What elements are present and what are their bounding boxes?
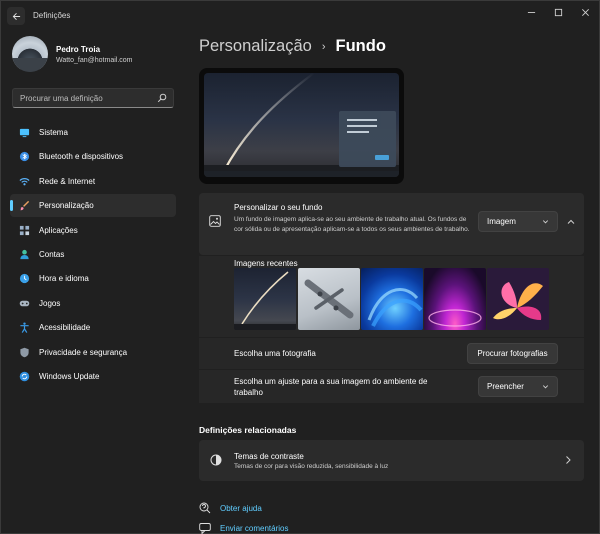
recent-image-rocket[interactable] (234, 268, 296, 330)
breadcrumb-separator: › (321, 40, 326, 53)
sidebar-item-bluetooth[interactable]: Bluetooth e dispositivos (10, 145, 176, 168)
aircraft-graphic (304, 279, 354, 319)
sidebar-nav: Sistema Bluetooth e dispositivos Rede & … (10, 121, 176, 389)
arrow-left-icon (12, 12, 20, 20)
recent-images-section: Imagens recentes (199, 256, 584, 337)
contrast-icon (210, 454, 222, 466)
gamepad-icon (19, 298, 30, 309)
background-type-dropdown[interactable]: Imagem (478, 211, 558, 232)
contrast-themes-card[interactable]: Temas de contraste Temas de cor para vis… (199, 440, 584, 481)
feedback-icon (199, 523, 211, 534)
sidebar-item-privacy[interactable]: Privacidade e segurança (10, 341, 176, 364)
flower-graphic (493, 282, 543, 320)
sidebar-item-sistema[interactable]: Sistema (10, 121, 176, 144)
preview-window (339, 111, 396, 167)
minimize-button[interactable] (521, 5, 541, 19)
sidebar-item-label: Windows Update (39, 371, 100, 381)
settings-window: Definições Pedro Troia Watto_fan@hotmail… (0, 0, 600, 534)
choose-fit-row: Escolha um ajuste para a sua imagem do a… (199, 370, 584, 403)
brush-icon (19, 200, 30, 211)
accessibility-icon (19, 322, 30, 333)
breadcrumb-parent[interactable]: Personalização (199, 37, 312, 56)
search-placeholder: Procurar uma definição (20, 94, 103, 103)
background-type-value: Imagem (487, 217, 516, 226)
contrast-themes-description: Temas de cor para visão reduzida, sensib… (234, 463, 389, 470)
preview-taskbar (204, 171, 399, 177)
preview-wallpaper (204, 73, 399, 177)
desktop-preview (199, 68, 404, 184)
background-title: Personalizar o seu fundo (234, 203, 323, 212)
search-input[interactable]: Procurar uma definição (12, 88, 174, 108)
recent-images-title: Imagens recentes (234, 259, 298, 268)
apps-icon (19, 225, 30, 236)
sidebar-item-personalization[interactable]: Personalização (10, 194, 176, 218)
sidebar-item-label: Privacidade e segurança (39, 347, 128, 357)
get-help-link[interactable]: Obter ajuda (199, 502, 262, 514)
recent-image-colorful-flower[interactable] (487, 268, 549, 330)
glow-graphic (428, 309, 482, 327)
sidebar-item-gaming[interactable]: Jogos (10, 292, 176, 315)
sidebar-item-network[interactable]: Rede & Internet (10, 170, 176, 193)
fit-dropdown[interactable]: Preencher (478, 376, 558, 397)
sidebar-item-label: Hora e idioma (39, 274, 89, 284)
monitor-icon (19, 127, 30, 138)
chevron-down-icon (542, 220, 549, 224)
minimize-icon (527, 11, 535, 13)
page-title: Fundo (335, 37, 386, 55)
sidebar-item-label: Acessibilidade (39, 323, 91, 333)
avatar[interactable] (12, 36, 48, 72)
title-bar: Definições (1, 1, 600, 29)
chevron-down-icon (542, 385, 549, 389)
wifi-icon (19, 176, 30, 187)
close-icon (581, 8, 589, 16)
bloom-graphic (367, 287, 423, 327)
contrast-themes-title: Temas de contraste (234, 452, 304, 461)
sidebar-item-apps[interactable]: Aplicações (10, 219, 176, 242)
fit-value: Preencher (487, 382, 524, 391)
sidebar-item-label: Sistema (39, 128, 68, 137)
chevron-right-icon (566, 456, 571, 464)
choose-fit-label: Escolha um ajuste para a sua imagem do a… (234, 377, 428, 397)
maximize-icon (554, 8, 562, 16)
send-feedback-link[interactable]: Enviar comentários (199, 522, 288, 534)
chevron-up-icon[interactable] (566, 217, 576, 227)
update-icon (19, 371, 30, 382)
personalize-background-card: Personalizar o seu fundo Um fundo de ima… (199, 193, 584, 255)
maximize-button[interactable] (548, 5, 568, 19)
globe-clock-icon (19, 273, 30, 284)
search-icon (157, 93, 167, 103)
recent-image-blue-bloom[interactable] (361, 268, 423, 330)
send-feedback-text: Enviar comentários (220, 523, 289, 533)
browse-photos-button[interactable]: Procurar fotografias (467, 343, 558, 364)
sidebar-item-label: Jogos (39, 298, 61, 308)
related-settings-title: Definições relacionadas (199, 425, 297, 435)
sidebar-item-accessibility[interactable]: Acessibilidade (10, 316, 176, 339)
choose-photo-label: Escolha uma fotografia (234, 349, 316, 358)
sidebar-item-label: Personalização (39, 201, 94, 211)
sidebar-item-label: Contas (39, 249, 65, 259)
app-title: Definições (33, 11, 71, 20)
sidebar-item-label: Aplicações (39, 225, 78, 235)
choose-photo-row: Escolha uma fotografia Procurar fotograf… (199, 338, 584, 369)
profile-name: Pedro Troia (56, 45, 101, 54)
sidebar-item-label: Rede & Internet (39, 176, 96, 186)
sidebar-item-label: Bluetooth e dispositivos (39, 152, 124, 162)
background-description: Um fundo de imagem aplica-se ao seu ambi… (234, 216, 470, 233)
picture-icon (209, 215, 221, 227)
back-button[interactable] (7, 7, 25, 25)
person-icon (19, 249, 30, 260)
sidebar-item-time-language[interactable]: Hora e idioma (10, 267, 176, 290)
rocket-streak-graphic (234, 271, 296, 330)
recent-image-aircraft[interactable] (298, 268, 360, 330)
breadcrumb: Personalização › Fundo (199, 37, 386, 56)
shield-icon (19, 347, 30, 358)
close-button[interactable] (575, 5, 595, 19)
get-help-text: Obter ajuda (220, 503, 262, 513)
bluetooth-icon (19, 151, 30, 162)
help-icon (199, 502, 211, 514)
sidebar-item-accounts[interactable]: Contas (10, 243, 176, 266)
sidebar-item-windows-update[interactable]: Windows Update (10, 365, 176, 388)
recent-image-purple-glow[interactable] (424, 268, 486, 330)
profile-email: Watto_fan@hotmail.com (56, 57, 133, 64)
